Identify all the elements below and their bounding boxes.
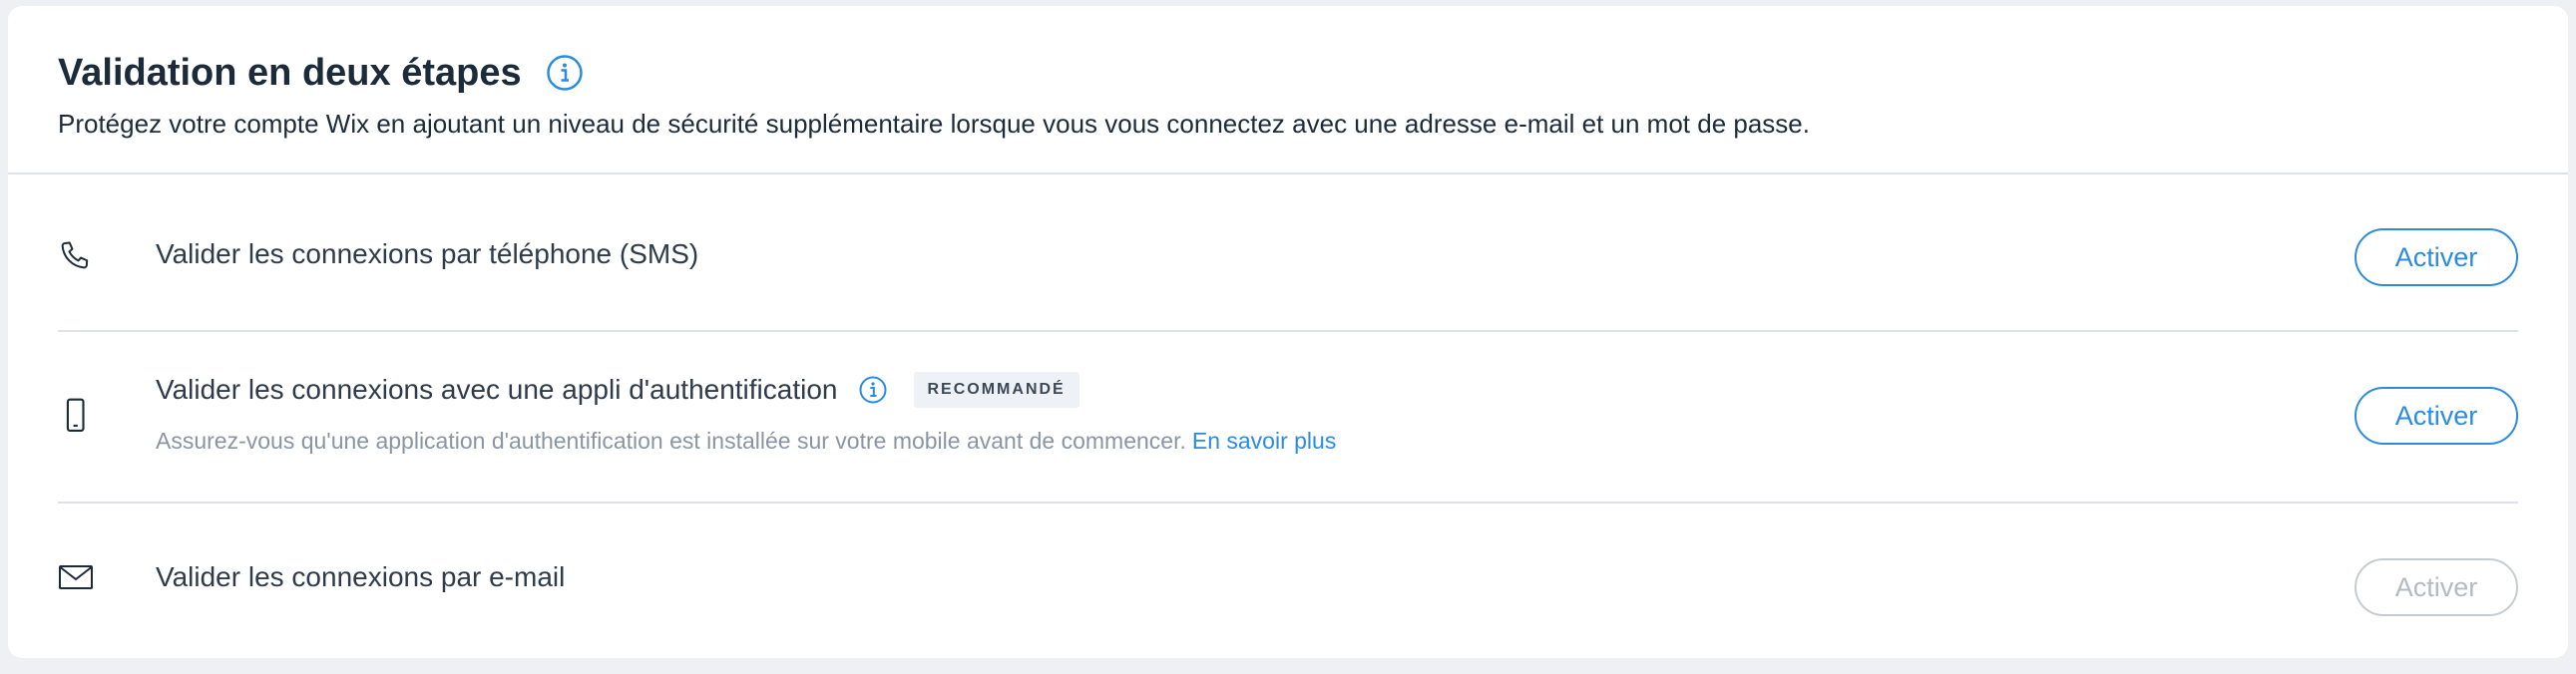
envelope-icon <box>58 563 94 591</box>
method-label-line: Valider les connexions avec une appli d'… <box>156 372 1079 408</box>
activate-email-button[interactable]: Activer <box>2355 558 2518 616</box>
method-description: Assurez-vous qu'une application d'authen… <box>156 427 1336 455</box>
activate-authenticator-button[interactable]: Activer <box>2355 387 2518 445</box>
method-label-sms: Valider les connexions par téléphone (SM… <box>156 238 699 269</box>
title-row: Validation en deux étapes <box>58 50 584 96</box>
activate-sms-button[interactable]: Activer <box>2355 228 2518 286</box>
mobile-device-icon <box>58 396 92 436</box>
page-title: Validation en deux étapes <box>58 52 522 94</box>
method-row-email: Valider les connexions par e-mail Active… <box>58 504 2518 658</box>
page-subtitle: Protégez votre compte Wix en ajoutant un… <box>58 109 1810 139</box>
method-label-email: Valider les connexions par e-mail <box>156 561 566 592</box>
recommended-badge: RECOMMANDÉ <box>913 372 1079 408</box>
method-label-authenticator: Valider les connexions avec une appli d'… <box>156 374 838 405</box>
two-step-verification-card: Validation en deux étapes Protégez votre… <box>8 6 2568 658</box>
phone-icon <box>58 238 92 272</box>
method-row-authenticator: Valider les connexions avec une appli d'… <box>58 332 2518 507</box>
description-text: Assurez-vous qu'une application d'authen… <box>156 428 1186 454</box>
card-header: Validation en deux étapes Protégez votre… <box>8 6 2568 174</box>
info-icon[interactable] <box>858 375 888 405</box>
learn-more-link[interactable]: En savoir plus <box>1192 428 1336 454</box>
info-icon[interactable] <box>546 54 584 92</box>
method-row-sms: Valider les connexions par téléphone (SM… <box>58 172 2518 332</box>
